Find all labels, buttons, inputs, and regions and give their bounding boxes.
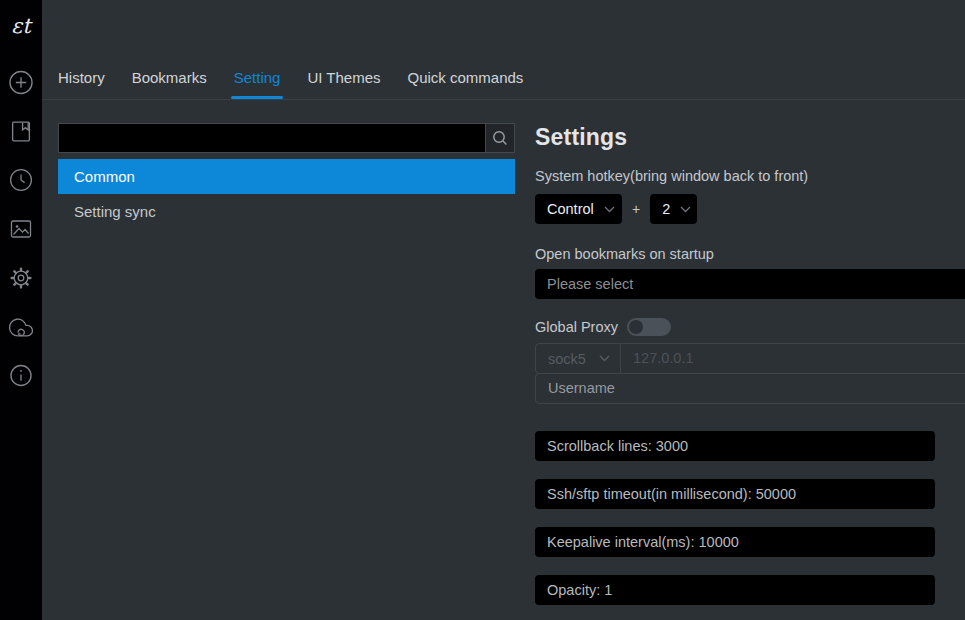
settings-nav: Common Setting sync bbox=[58, 123, 515, 229]
scrollback-lines-input[interactable]: Scrollback lines: 3000 bbox=[535, 431, 935, 461]
tab-setting[interactable]: Setting bbox=[234, 69, 281, 99]
settings-search bbox=[58, 123, 515, 153]
hotkey-modifier-value: Control bbox=[547, 201, 594, 217]
settings-nav-list: Common Setting sync bbox=[58, 159, 515, 229]
hotkey-modifier-select[interactable]: Control bbox=[535, 194, 622, 224]
cloud-sync-icon[interactable] bbox=[9, 315, 34, 344]
tab-history[interactable]: History bbox=[58, 69, 105, 99]
settings-panel: Settings System hotkey(bring window back… bbox=[535, 123, 965, 620]
settings-gear-icon[interactable] bbox=[9, 266, 33, 294]
nav-item-setting-sync[interactable]: Setting sync bbox=[58, 194, 515, 229]
global-proxy-toggle[interactable] bbox=[627, 318, 671, 336]
bookmarks-icon[interactable] bbox=[10, 120, 33, 147]
settings-search-input[interactable] bbox=[59, 124, 485, 152]
toggle-knob bbox=[629, 320, 643, 334]
main-area: History Bookmarks Setting UI Themes Quic… bbox=[42, 0, 965, 620]
bookmarks-startup-label: Open bookmarks on startup bbox=[535, 245, 965, 263]
ssh-timeout-input[interactable]: Ssh/sftp timeout(in millisecond): 50000 bbox=[535, 479, 935, 509]
hotkey-key-select[interactable]: 2 bbox=[650, 194, 697, 224]
bookmarks-startup-select[interactable]: Please select bbox=[535, 269, 965, 299]
tab-quick-commands[interactable]: Quick commands bbox=[408, 69, 524, 99]
keepalive-interval-input[interactable]: Keepalive interval(ms): 10000 bbox=[535, 527, 935, 557]
history-icon[interactable] bbox=[9, 168, 33, 196]
tab-ui-themes[interactable]: UI Themes bbox=[307, 69, 380, 99]
chevron-down-icon bbox=[599, 355, 610, 362]
chevron-down-icon bbox=[604, 206, 615, 213]
proxy-host-input[interactable]: 127.0.0.1 bbox=[621, 343, 965, 374]
proxy-username-input[interactable]: Username bbox=[535, 373, 965, 404]
opacity-input[interactable]: Opacity: 1 bbox=[535, 575, 935, 605]
themes-image-icon[interactable] bbox=[9, 217, 33, 245]
app-logo[interactable]: εt bbox=[0, 14, 42, 38]
sidebar: εt bbox=[0, 0, 42, 620]
nav-item-common[interactable]: Common bbox=[58, 159, 515, 194]
chevron-down-icon bbox=[680, 206, 691, 213]
search-icon bbox=[492, 130, 508, 146]
tab-bar: History Bookmarks Setting UI Themes Quic… bbox=[42, 0, 965, 100]
info-icon[interactable] bbox=[10, 364, 33, 391]
tab-bookmarks[interactable]: Bookmarks bbox=[132, 69, 207, 99]
panel-title: Settings bbox=[535, 123, 965, 151]
hotkey-label: System hotkey(bring window back to front… bbox=[535, 167, 965, 185]
proxy-scheme-select[interactable]: sock5 bbox=[535, 343, 621, 374]
hotkey-plus: + bbox=[632, 201, 640, 217]
new-session-icon[interactable] bbox=[9, 70, 34, 99]
search-button[interactable] bbox=[485, 124, 514, 152]
global-proxy-label: Global Proxy bbox=[535, 318, 618, 336]
proxy-scheme-value: sock5 bbox=[548, 351, 586, 367]
hotkey-key-value: 2 bbox=[662, 201, 670, 217]
